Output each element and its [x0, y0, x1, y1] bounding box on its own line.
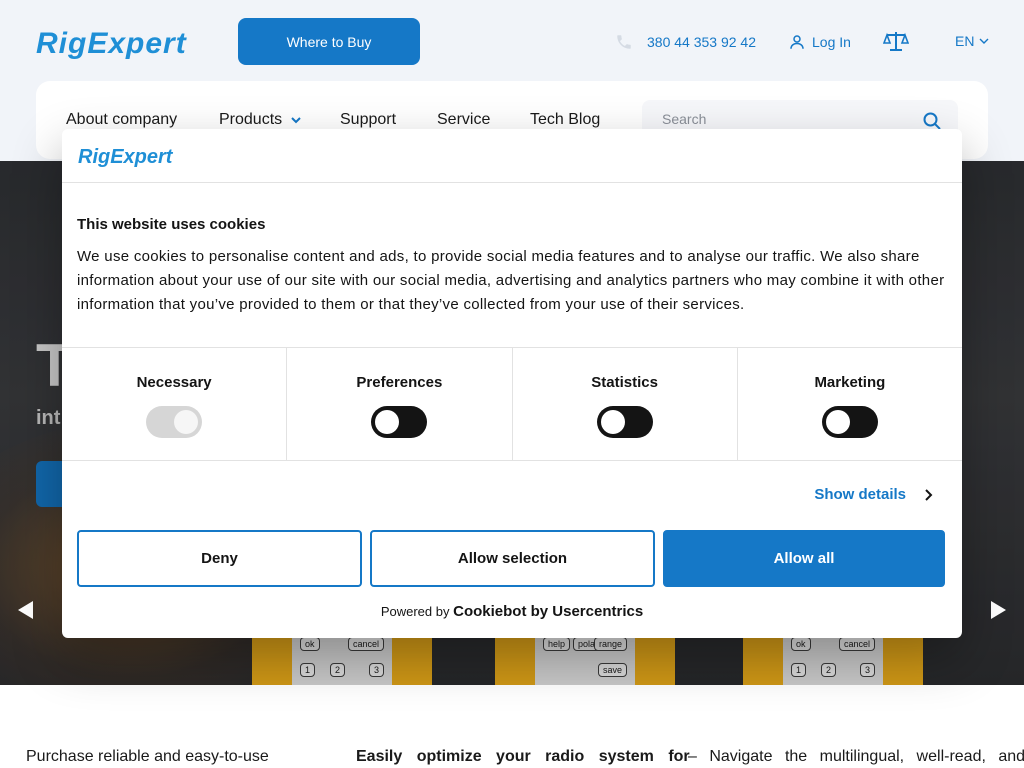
preferences-toggle[interactable]	[371, 406, 428, 438]
intro-column-2: Easily optimize your radio system for	[356, 748, 690, 765]
chevron-down-icon	[979, 38, 989, 44]
user-icon	[790, 35, 804, 49]
nav-label: About company	[66, 111, 178, 128]
language-selector[interactable]: EN	[955, 31, 990, 51]
cookie-dialog-body: We use cookies to personalise content an…	[77, 248, 945, 313]
carousel-prev-arrow-icon[interactable]	[18, 601, 33, 619]
nav-support[interactable]: Support	[340, 111, 396, 129]
rigexpert-logo: RigExpert	[78, 146, 174, 168]
compare-scales-icon[interactable]	[883, 30, 909, 52]
cookie-dialog-title: This website uses cookies	[77, 216, 266, 233]
svg-text:RigExpert: RigExpert	[36, 27, 188, 59]
powered-by: Powered by Cookiebot by Usercentrics	[62, 603, 962, 620]
nav-label: Support	[340, 111, 397, 128]
login-label: Log In	[812, 34, 851, 50]
nav-label: Tech Blog	[530, 111, 601, 128]
phone-link[interactable]: 380 44 353 92 42	[615, 32, 756, 52]
powered-by-prefix: Powered by	[380, 604, 450, 619]
phone-number: 380 44 353 92 42	[647, 34, 756, 50]
search-icon[interactable]	[922, 111, 942, 131]
nav-label: Service	[437, 111, 491, 128]
language-label: EN	[955, 33, 975, 49]
allow-selection-button[interactable]: Allow selection	[370, 530, 655, 587]
necessary-toggle	[146, 406, 203, 438]
cookie-dialog-header: RigExpert	[62, 129, 962, 183]
statistics-toggle[interactable]	[596, 406, 653, 438]
consent-label: Statistics	[591, 374, 658, 391]
cookiebot-link[interactable]: Cookiebot by Usercentrics	[453, 603, 643, 620]
show-details-label: Show details	[814, 486, 906, 503]
intro-column-3: – Navigate the multilingual, well-read, …	[688, 748, 1024, 765]
nav-products[interactable]: Products	[219, 111, 302, 129]
consent-preferences: Preferences	[287, 348, 513, 460]
show-details-link[interactable]: Show details	[814, 486, 934, 503]
phone-icon	[617, 35, 631, 49]
where-to-buy-button[interactable]: Where to Buy	[238, 18, 420, 65]
allow-all-button[interactable]: Allow all	[663, 530, 945, 587]
consent-label: Preferences	[356, 374, 443, 391]
nav-tech-blog[interactable]: Tech Blog	[530, 111, 600, 129]
marketing-toggle[interactable]	[821, 406, 878, 438]
cookie-consent-dialog: RigExpert This website uses cookies We u…	[62, 129, 962, 638]
svg-text:RigExpert: RigExpert	[78, 146, 174, 168]
consent-marketing: Marketing	[738, 348, 962, 460]
nav-service[interactable]: Service	[437, 111, 490, 129]
chevron-down-icon	[291, 117, 301, 124]
consent-label: Marketing	[814, 374, 886, 391]
carousel-next-arrow-icon[interactable]	[991, 601, 1006, 619]
consent-statistics: Statistics	[513, 348, 738, 460]
consent-necessary: Necessary	[62, 348, 288, 460]
rigexpert-logo[interactable]: RigExpert	[36, 25, 208, 59]
search-input[interactable]	[662, 111, 912, 127]
consent-categories: Necessary Preferences Statistics Marketi…	[62, 347, 962, 461]
chevron-right-icon	[925, 488, 933, 501]
intro-column-1: Purchase reliable and easy-to-use	[26, 748, 269, 765]
login-link[interactable]: Log In	[788, 32, 851, 52]
nav-about-company[interactable]: About company	[66, 111, 177, 129]
deny-button[interactable]: Deny	[77, 530, 362, 587]
nav-label: Products	[219, 111, 283, 128]
consent-label: Necessary	[136, 374, 212, 391]
